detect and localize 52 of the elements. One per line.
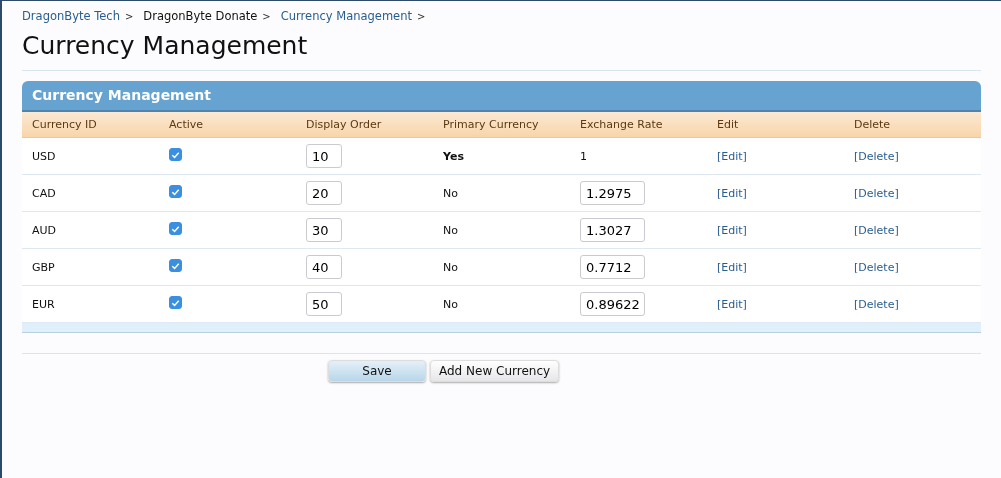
column-header: Active (169, 118, 205, 131)
table-cell: USD (32, 149, 56, 163)
table-cell: 1 (580, 149, 587, 163)
delete-link[interactable]: [Delete] (854, 149, 899, 163)
display-order-field[interactable]: 20 (306, 181, 342, 205)
save-button[interactable]: Save (328, 360, 426, 382)
column-header: Display Order (306, 118, 383, 131)
active-checkbox[interactable] (169, 185, 182, 199)
display-order-field[interactable]: 10 (306, 144, 342, 168)
add-currency-button[interactable]: Add New Currency (430, 360, 560, 382)
page-title: Currency Management (22, 31, 981, 71)
breadcrumb-separator: > (124, 10, 134, 24)
column-header: Delete (854, 118, 892, 131)
exchange-rate-field[interactable]: 1.2975 (580, 181, 645, 205)
display-order-field[interactable]: 50 (306, 292, 342, 316)
edit-link[interactable]: [Edit] (717, 186, 747, 200)
display-order-field[interactable]: 30 (306, 218, 342, 242)
table-cell: GBP (32, 260, 55, 274)
active-checkbox[interactable] (169, 148, 182, 162)
exchange-rate-field[interactable]: 0.89622 (580, 292, 645, 316)
delete-link[interactable]: [Delete] (854, 186, 899, 200)
delete-link[interactable]: [Delete] (854, 223, 899, 237)
panel-header: Currency Management (22, 81, 981, 112)
column-header: Exchange Rate (580, 118, 664, 131)
active-checkbox[interactable] (169, 259, 182, 273)
edit-link[interactable]: [Edit] (717, 297, 747, 311)
active-checkbox[interactable] (169, 222, 182, 236)
breadcrumb-link[interactable]: Currency Management (280, 9, 412, 25)
table-cell: Yes (443, 149, 464, 163)
table-cell: AUD (32, 223, 57, 237)
column-header: Edit (717, 118, 740, 131)
table-cell: No (443, 186, 458, 200)
edit-link[interactable]: [Edit] (717, 260, 747, 274)
table-cell: CAD (32, 186, 56, 200)
active-checkbox[interactable] (169, 296, 182, 310)
column-header: Primary Currency (443, 118, 540, 131)
delete-link[interactable]: [Delete] (854, 260, 899, 274)
edit-link[interactable]: [Edit] (717, 149, 747, 163)
edit-link[interactable]: [Edit] (717, 223, 747, 237)
breadcrumb-separator: > (417, 10, 426, 24)
exchange-rate-field[interactable]: 1.3027 (580, 218, 645, 242)
breadcrumb-separator: > (262, 10, 271, 24)
breadcrumb-text: DragonByte Donate (143, 9, 258, 25)
table-cell: No (443, 260, 458, 274)
delete-link[interactable]: [Delete] (854, 297, 899, 311)
table-cell: EUR (32, 297, 55, 311)
display-order-field[interactable]: 40 (306, 255, 342, 279)
table-cell: No (443, 223, 458, 237)
breadcrumb-link[interactable]: DragonByte Tech (22, 9, 120, 25)
exchange-rate-field[interactable]: 0.7712 (580, 255, 645, 279)
table-cell: No (443, 297, 458, 311)
column-header: Currency ID (32, 118, 98, 131)
